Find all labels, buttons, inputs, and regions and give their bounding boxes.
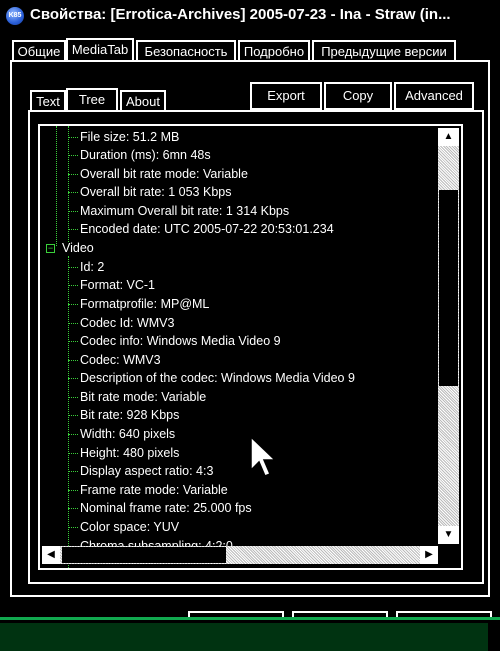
tree-item[interactable]: Duration (ms): 6mn 48s xyxy=(68,146,211,164)
horizontal-scrollbar[interactable]: ◀ ▶ xyxy=(42,544,438,566)
horizontal-scroll-thumb[interactable] xyxy=(62,547,226,563)
tree-item[interactable]: Height: 480 pixels xyxy=(68,444,179,462)
title-bar[interactable]: K85 Свойства: [Errotica-Archives] 2005-0… xyxy=(0,0,500,32)
app-icon: K85 xyxy=(6,7,24,25)
scroll-down-icon[interactable]: ▼ xyxy=(438,526,459,544)
tree-node-video[interactable]: Video xyxy=(62,239,94,257)
tree-item[interactable]: Overall bit rate mode: Variable xyxy=(68,165,248,183)
tree-item[interactable]: Id: 2 xyxy=(68,258,104,276)
tree-item[interactable]: Description of the codec: Windows Media … xyxy=(68,369,355,387)
tree-connector-root xyxy=(56,126,57,246)
taskbar xyxy=(0,617,500,651)
subtab-tree[interactable]: Tree xyxy=(66,88,118,111)
advanced-button[interactable]: Advanced xyxy=(394,82,474,110)
tree-item[interactable]: Display aspect ratio: 4:3 xyxy=(68,462,213,480)
collapse-video-icon[interactable]: − xyxy=(46,244,55,253)
tab-details[interactable]: Подробно xyxy=(238,40,310,60)
copy-button[interactable]: Copy xyxy=(324,82,392,110)
tree-connector-general xyxy=(68,126,69,242)
tree-item[interactable]: Encoded date: UTC 2005-07-22 20:53:01.23… xyxy=(68,220,334,238)
tree-item[interactable]: Format: VC-1 xyxy=(68,276,155,294)
subtab-about[interactable]: About xyxy=(120,90,166,111)
tree-item[interactable]: Formatprofile: MP@ML xyxy=(68,295,209,313)
tree-item[interactable]: Codec Id: WMV3 xyxy=(68,314,174,332)
scroll-up-icon[interactable]: ▲ xyxy=(438,128,459,146)
tab-mediatab[interactable]: MediaTab xyxy=(66,38,134,62)
tree-item[interactable]: Color space: YUV xyxy=(68,518,179,536)
tree-item[interactable]: Maximum Overall bit rate: 1 314 Kbps xyxy=(68,202,289,220)
scroll-right-icon[interactable]: ▶ xyxy=(420,546,438,564)
tree-item[interactable]: Frame rate mode: Variable xyxy=(68,481,228,499)
tree-item[interactable]: Nominal frame rate: 25.000 fps xyxy=(68,499,252,517)
tree-item[interactable]: Codec: WMV3 xyxy=(68,351,161,369)
tab-general[interactable]: Общие xyxy=(12,40,66,60)
taskbar-strip[interactable] xyxy=(0,623,488,651)
tree-item[interactable]: Bit rate: 928 Kbps xyxy=(68,406,179,424)
tree-item[interactable]: Codec info: Windows Media Video 9 xyxy=(68,332,281,350)
tree-view[interactable]: File size: 51.2 MB Duration (ms): 6mn 48… xyxy=(38,124,463,570)
scroll-left-icon[interactable]: ◀ xyxy=(42,546,60,564)
mouse-cursor-icon xyxy=(250,436,277,477)
export-button[interactable]: Export xyxy=(250,82,322,110)
vertical-scroll-track[interactable] xyxy=(438,146,459,526)
subtab-text[interactable]: Text xyxy=(30,90,66,111)
vertical-scrollbar[interactable]: ▲ ▼ xyxy=(438,128,459,544)
tree-item[interactable]: Bit rate mode: Variable xyxy=(68,388,206,406)
tree-item[interactable]: Width: 640 pixels xyxy=(68,425,175,443)
tree-item[interactable]: Overall bit rate: 1 053 Kbps xyxy=(68,183,231,201)
tab-previous-versions[interactable]: Предыдущие версии xyxy=(312,40,456,60)
window-title: Свойства: [Errotica-Archives] 2005-07-23… xyxy=(30,6,451,23)
tab-security[interactable]: Безопасность xyxy=(136,40,236,60)
vertical-scroll-thumb[interactable] xyxy=(439,190,458,386)
tree-item[interactable]: File size: 51.2 MB xyxy=(68,128,179,146)
horizontal-scroll-track[interactable] xyxy=(60,546,420,564)
